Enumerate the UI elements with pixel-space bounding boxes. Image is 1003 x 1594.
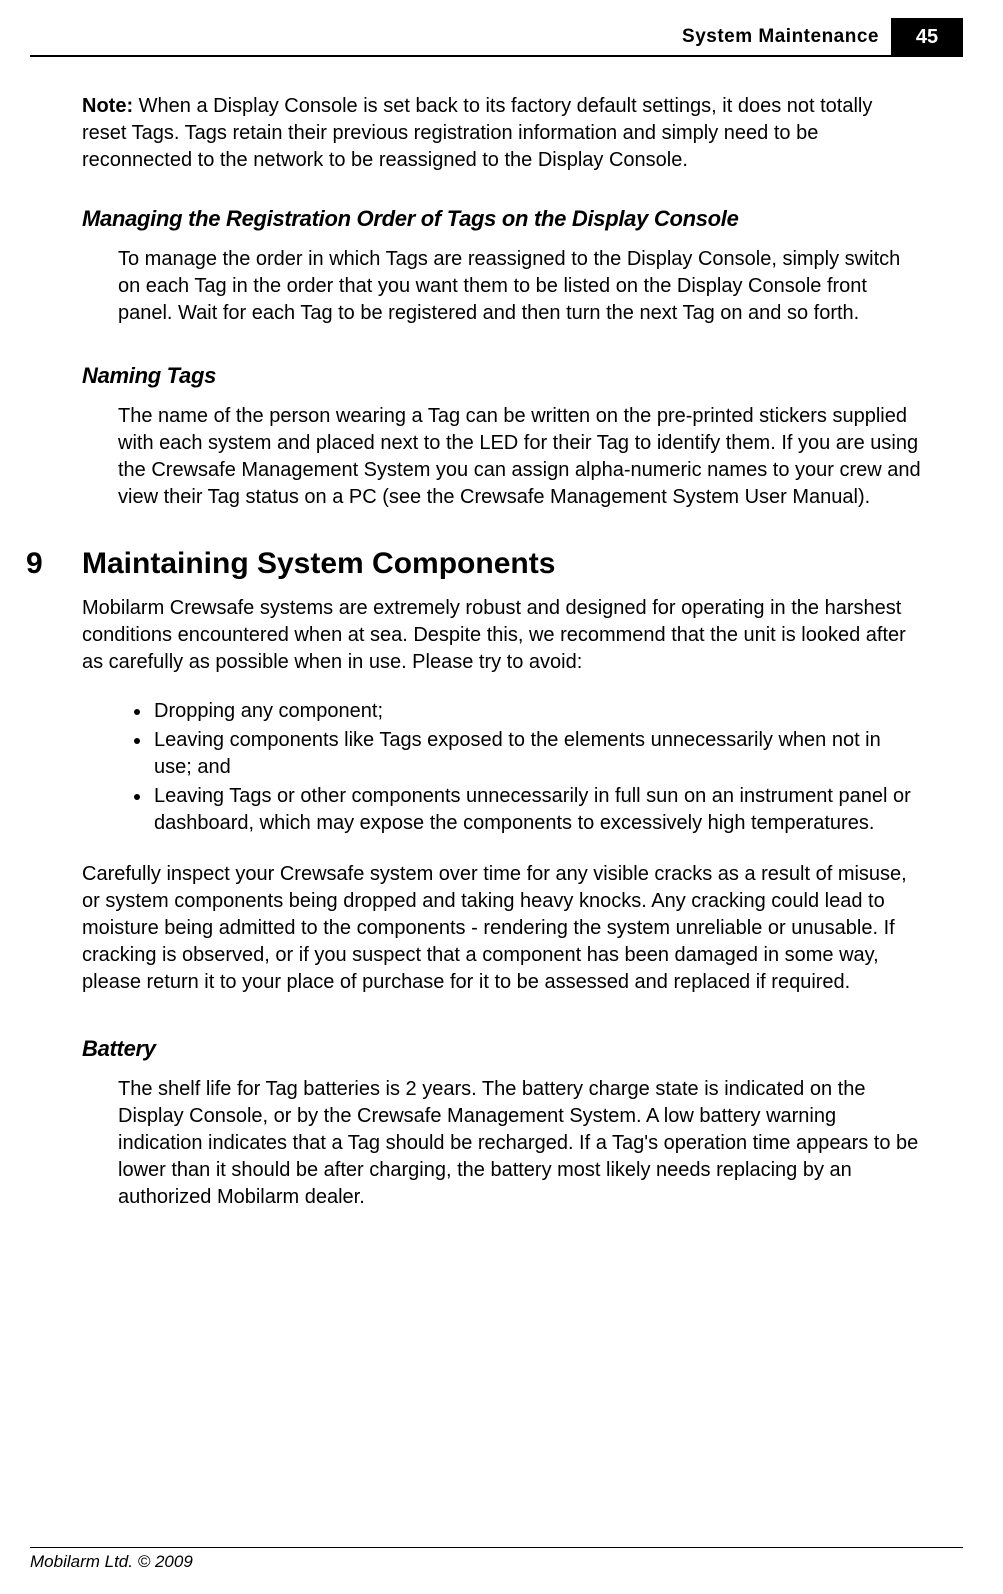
subheading-managing: Managing the Registration Order of Tags … — [82, 206, 921, 232]
subheading-battery: Battery — [82, 1036, 921, 1062]
battery-block: The shelf life for Tag batteries is 2 ye… — [82, 1076, 921, 1211]
section-title: Maintaining System Components — [82, 547, 555, 581]
list-item: Dropping any component; — [152, 698, 921, 725]
battery-body: The shelf life for Tag batteries is 2 ye… — [118, 1076, 921, 1211]
naming-body: The name of the person wearing a Tag can… — [118, 403, 921, 511]
header-title: System Maintenance — [682, 18, 891, 55]
list-item: Leaving Tags or other components unneces… — [152, 783, 921, 837]
section9-intro: Mobilarm Crewsafe systems are extremely … — [82, 595, 921, 676]
section9-after: Carefully inspect your Crewsafe system o… — [82, 861, 921, 996]
page-content: Note: When a Display Console is set back… — [0, 57, 1003, 1211]
managing-body: To manage the order in which Tags are re… — [118, 246, 921, 327]
page-number: 45 — [891, 18, 963, 55]
page-footer: Mobilarm Ltd. © 2009 — [30, 1547, 963, 1572]
list-item: Leaving components like Tags exposed to … — [152, 727, 921, 781]
note-label: Note: — [82, 95, 133, 117]
section-9-row: 9 Maintaining System Components — [26, 547, 921, 581]
avoid-list: Dropping any component; Leaving componen… — [82, 698, 921, 837]
section-number: 9 — [26, 547, 82, 581]
subheading-naming: Naming Tags — [82, 363, 921, 389]
naming-block: The name of the person wearing a Tag can… — [82, 403, 921, 511]
page-header: System Maintenance 45 — [30, 18, 963, 57]
note-text: When a Display Console is set back to it… — [82, 95, 872, 171]
note-paragraph: Note: When a Display Console is set back… — [82, 93, 921, 174]
managing-block: To manage the order in which Tags are re… — [82, 246, 921, 327]
